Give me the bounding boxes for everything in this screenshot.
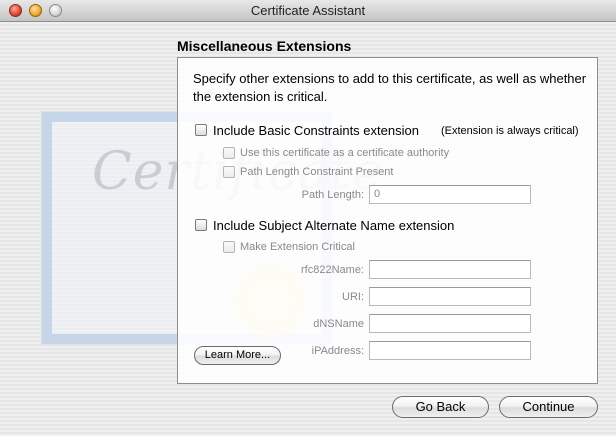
make-critical-label: Make Extension Critical bbox=[240, 241, 355, 253]
certificate-authority-label: Use this certificate as a certificate au… bbox=[240, 147, 450, 159]
go-back-button[interactable]: Go Back bbox=[392, 396, 489, 418]
basic-constraints-note: (Extension is always critical) bbox=[441, 125, 579, 137]
path-length-field[interactable]: 0 bbox=[369, 185, 531, 204]
make-critical-checkbox[interactable] bbox=[223, 241, 235, 253]
dnsname-label: dNSName bbox=[313, 318, 364, 330]
dnsname-field[interactable] bbox=[369, 314, 531, 333]
uri-field[interactable] bbox=[369, 287, 531, 306]
title-bar: Certificate Assistant bbox=[0, 0, 616, 22]
path-length-constraint-label: Path Length Constraint Present bbox=[240, 166, 394, 178]
uri-label: URI: bbox=[342, 291, 364, 303]
ipaddress-field[interactable] bbox=[369, 341, 531, 360]
section-heading: Miscellaneous Extensions bbox=[177, 38, 352, 54]
section-description: Specify other extensions to add to this … bbox=[193, 71, 587, 104]
basic-constraints-checkbox[interactable] bbox=[195, 124, 207, 136]
continue-button[interactable]: Continue bbox=[499, 396, 598, 418]
rfc822name-label: rfc822Name: bbox=[301, 264, 364, 276]
subject-alt-name-checkbox[interactable] bbox=[195, 219, 207, 231]
basic-constraints-label: Include Basic Constraints extension bbox=[213, 123, 419, 138]
subject-alt-name-label: Include Subject Alternate Name extension bbox=[213, 218, 455, 233]
path-length-constraint-checkbox[interactable] bbox=[223, 166, 235, 178]
learn-more-button[interactable]: Learn More... bbox=[194, 346, 281, 365]
certificate-authority-checkbox[interactable] bbox=[223, 147, 235, 159]
path-length-label: Path Length: bbox=[301, 189, 364, 201]
rfc822name-field[interactable] bbox=[369, 260, 531, 279]
window-title: Certificate Assistant bbox=[250, 3, 366, 18]
